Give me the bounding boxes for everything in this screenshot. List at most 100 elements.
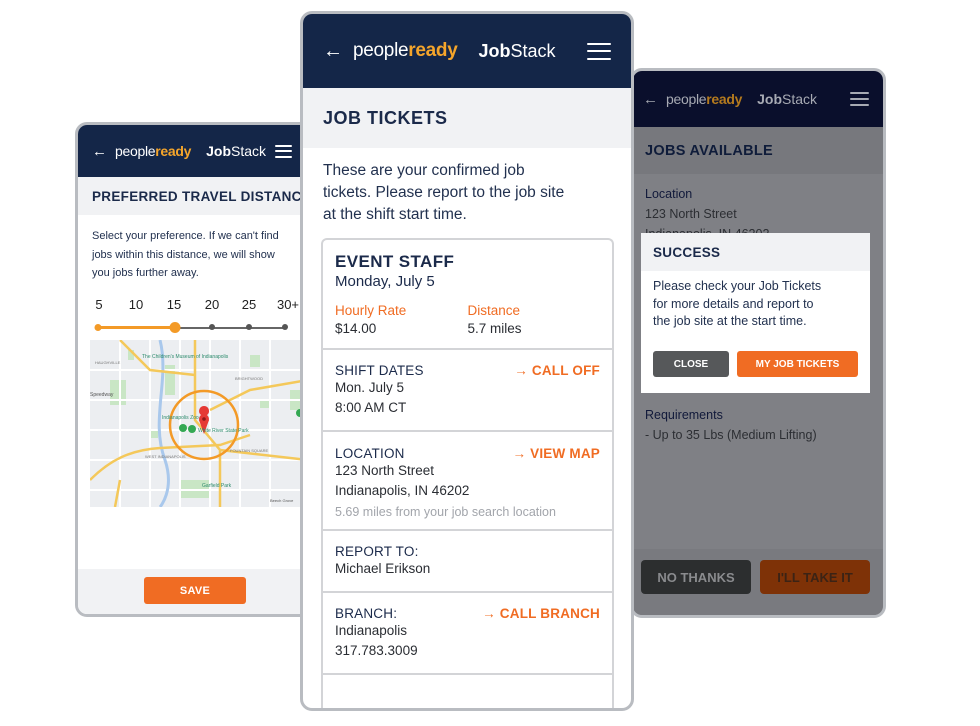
logo-ready: ready (408, 40, 458, 61)
svg-text:White River State Park: White River State Park (198, 428, 249, 434)
back-arrow-icon[interactable]: ← (643, 91, 658, 108)
svg-text:WEST INDIANAPOLIS: WEST INDIANAPOLIS (145, 454, 186, 459)
svg-text:Beech Grove: Beech Grove (270, 498, 294, 503)
logo-job: Job (757, 91, 782, 107)
distance-option[interactable]: 30+ (277, 297, 299, 312)
address-line: 123 North Street (645, 207, 737, 221)
message-line: Please check your Job Tickets (653, 279, 822, 293)
call-off-link[interactable]: → CALL OFF (514, 363, 600, 378)
logo-ready: ready (706, 91, 743, 107)
hourly-rate-label: Hourly Rate (335, 303, 407, 318)
logo-stack: Stack (510, 40, 556, 61)
distance-option[interactable]: 25 (242, 297, 256, 312)
branch-section: → CALL BRANCH BRANCH: Indianapolis 317.7… (323, 593, 612, 675)
distance-option[interactable]: 20 (205, 297, 219, 312)
requirements-label: Requirements (645, 408, 723, 422)
page-title: PREFERRED TRAVEL DISTANCE (78, 177, 312, 215)
job-ticket-card: EVENT STAFF Monday, July 5 Hourly Rate $… (321, 238, 614, 708)
footer-bar: NO THANKS I'LL TAKE IT (633, 549, 883, 615)
take-it-button[interactable]: I'LL TAKE IT (760, 560, 870, 594)
shift-date: Mon. July 5 (335, 380, 405, 395)
map-graphic: The Children's Museum of Indianapolis In… (90, 340, 308, 507)
intro-line: at the shift start time. (323, 206, 467, 223)
app-header: ← people ready Job Stack (633, 71, 883, 127)
brand-logo: people ready Job Stack (666, 83, 817, 115)
dimmed-content: JOBS AVAILABLE Location 123 North Street… (633, 127, 883, 615)
back-arrow-icon[interactable]: ← (92, 143, 107, 160)
distance-option[interactable]: 10 (129, 297, 143, 312)
logo-stack: Stack (231, 143, 267, 159)
jobs-available-screen: ← people ready Job Stack JOBS AVAILABLE Lo… (630, 68, 886, 618)
slider-stop[interactable] (246, 323, 252, 330)
svg-text:FOUNTAIN SQUARE: FOUNTAIN SQUARE (230, 448, 268, 453)
travel-distance-screen: ← people ready Job Stack PREFERRED TRAVEL … (75, 122, 315, 617)
view-map-link[interactable]: → VIEW MAP (512, 446, 600, 461)
save-button[interactable]: SAVE (144, 577, 246, 604)
back-arrow-icon[interactable]: ← (323, 40, 343, 63)
svg-text:BRIGHTWOOD: BRIGHTWOOD (235, 376, 263, 381)
address-line: 123 North Street (335, 463, 435, 478)
menu-icon[interactable] (850, 92, 869, 106)
slider-stop[interactable] (209, 323, 215, 330)
svg-text:Garfield Park: Garfield Park (202, 483, 232, 489)
address-line: Indianapolis, IN 46202 (335, 483, 470, 498)
slider-handle[interactable] (169, 321, 181, 333)
close-button[interactable]: CLOSE (653, 351, 729, 377)
intro-text: These are your confirmed job tickets. Pl… (303, 148, 631, 226)
description-line: you jobs further away. (92, 267, 199, 279)
ticket-summary: EVENT STAFF Monday, July 5 Hourly Rate $… (323, 240, 612, 350)
map-view[interactable]: The Children's Museum of Indianapolis In… (90, 340, 308, 507)
brand-logo: people ready Job Stack (353, 29, 556, 73)
branch-name: Indianapolis (335, 623, 408, 638)
slider-fill (98, 325, 175, 329)
message-line: the job site at the start time. (653, 314, 807, 328)
distance-slider[interactable]: 5 10 15 20 25 30+ (78, 297, 312, 337)
menu-icon[interactable] (587, 42, 611, 60)
success-modal: SUCCESS Please check your Job Tickets fo… (641, 233, 870, 393)
location-note: 5.69 miles from your job search location (335, 505, 556, 519)
my-job-tickets-button[interactable]: MY JOB TICKETS (737, 351, 858, 377)
slider-stop[interactable] (94, 323, 102, 331)
page-title: JOBS AVAILABLE (633, 127, 883, 174)
svg-text:Indianapolis Zoo: Indianapolis Zoo (162, 415, 199, 421)
location-section: → VIEW MAP LOCATION 123 North Street Ind… (323, 432, 612, 531)
distance-label: Distance (467, 303, 521, 318)
shift-time: 8:00 AM CT (335, 400, 407, 415)
description-line: Select your preference. If we can't find (92, 230, 279, 242)
shift-dates-section: → CALL OFF SHIFT DATES Mon. July 5 8:00 … (323, 350, 612, 432)
hourly-rate-value: $14.00 (335, 321, 377, 336)
logo-people: people (115, 143, 156, 159)
modal-title: SUCCESS (641, 233, 870, 271)
slider-stop[interactable] (282, 323, 288, 330)
zoo-marker-icon (179, 424, 187, 432)
call-branch-link[interactable]: → CALL BRANCH (482, 606, 600, 621)
location-label: Location (645, 187, 693, 201)
report-to-name: Michael Erikson (335, 561, 431, 576)
logo-people: people (353, 40, 409, 61)
logo-people: people (666, 91, 707, 107)
description-line: jobs within this distance, we will show (92, 248, 275, 261)
svg-text:Speedway: Speedway (90, 392, 114, 398)
menu-icon[interactable] (275, 144, 292, 158)
logo-stack: Stack (782, 91, 818, 107)
job-title: EVENT STAFF (335, 252, 455, 271)
job-tickets-screen: ← people ready Job Stack JOB TICKETS These… (300, 11, 634, 711)
report-to-label: REPORT TO: (335, 544, 419, 559)
app-header: ← people ready Job Stack (303, 14, 631, 88)
report-to-section: REPORT TO: Michael Erikson (323, 531, 612, 593)
distance-option[interactable]: 5 (95, 297, 102, 312)
svg-text:HAUGHVILLE: HAUGHVILLE (95, 360, 121, 365)
branch-phone[interactable]: 317.783.3009 (335, 641, 600, 661)
description: Select your preference. If we can't find… (78, 215, 312, 283)
park-marker-icon (188, 425, 196, 433)
brand-logo: people ready Job Stack (115, 138, 266, 164)
no-thanks-button[interactable]: NO THANKS (641, 560, 751, 594)
app-header: ← people ready Job Stack (78, 125, 312, 177)
logo-job: Job (206, 143, 231, 159)
distance-value: 5.7 miles (467, 321, 522, 336)
job-date: Monday, July 5 (335, 273, 435, 290)
distance-option[interactable]: 15 (167, 297, 181, 312)
intro-line: tickets. Please report to the job site (323, 184, 565, 201)
modal-message: Please check your Job Tickets for more d… (641, 271, 870, 338)
logo-job: Job (478, 40, 511, 61)
